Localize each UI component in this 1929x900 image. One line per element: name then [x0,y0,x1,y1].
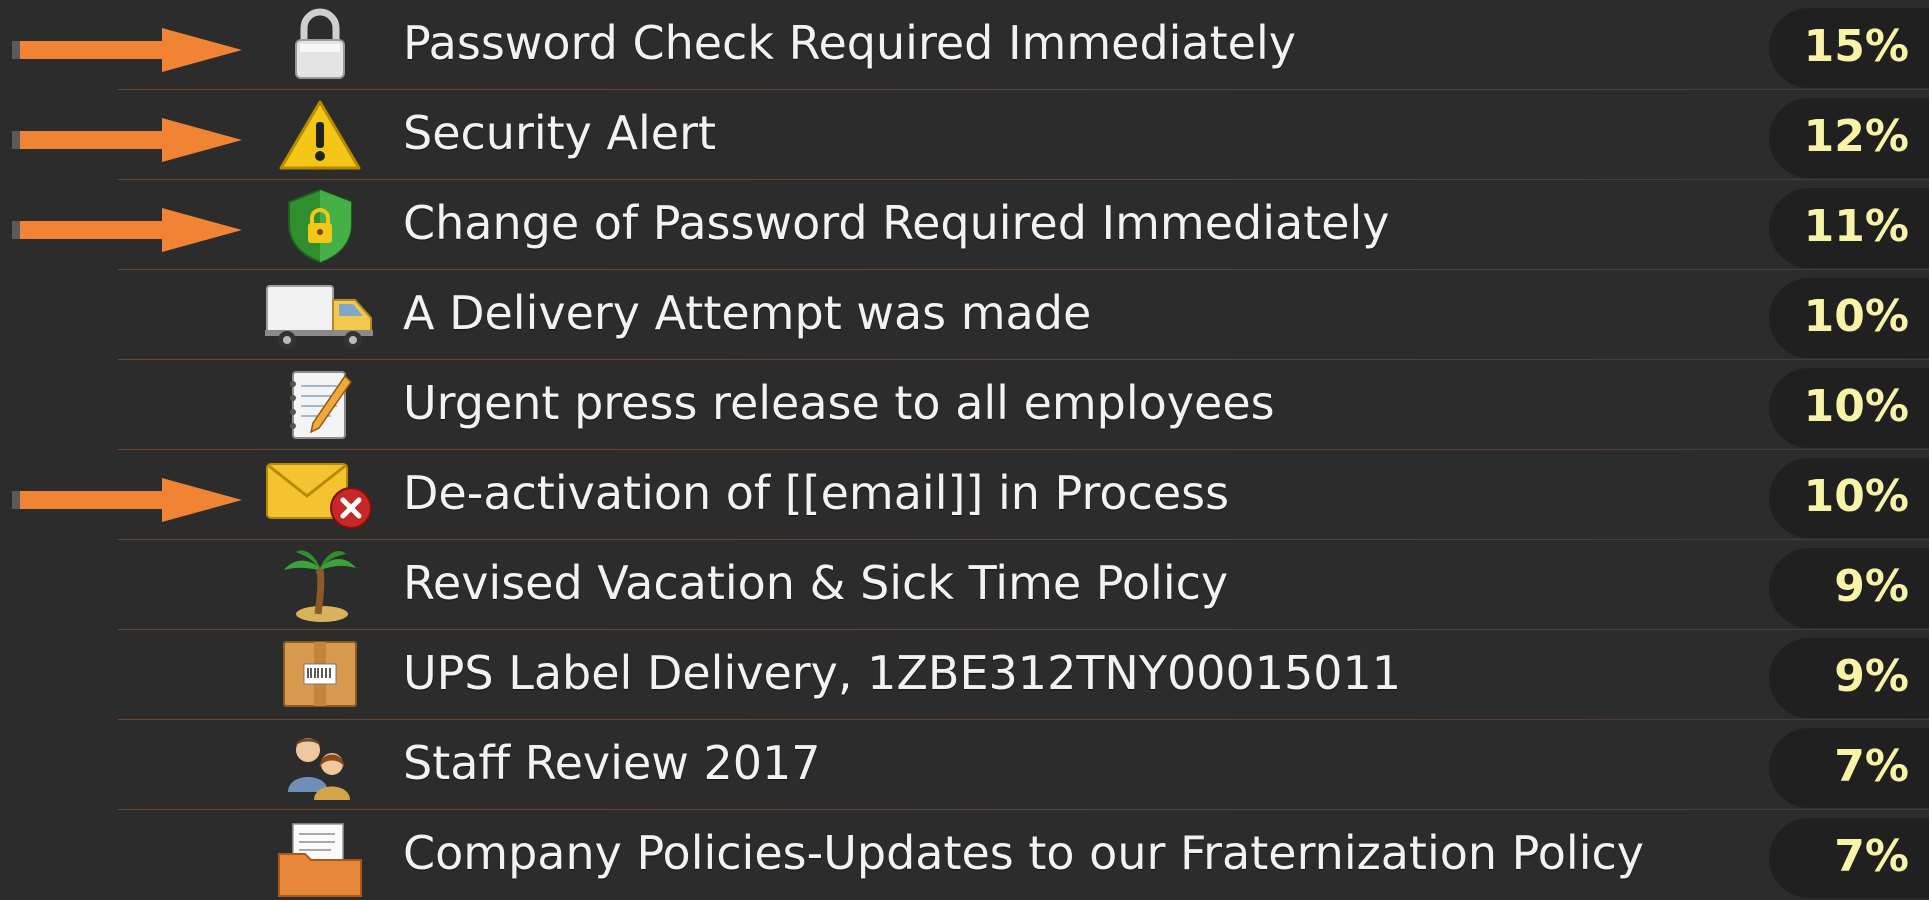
item-label: Password Check Required Immediately [403,16,1296,70]
item-label: Revised Vacation & Sick Time Policy [403,556,1229,610]
item-percent: 10% [1803,291,1909,342]
delivery-truck-icon [265,278,375,352]
list-item: Security Alert 12% [0,90,1929,180]
percent-badge: 9% [1769,548,1929,628]
percent-badge: 15% [1769,8,1929,88]
list-item: Staff Review 2017 7% [0,720,1929,810]
shield-lock-icon [265,188,375,264]
percent-badge: 7% [1769,818,1929,898]
item-label: De-activation of [[email]] in Process [403,466,1230,520]
item-label: Security Alert [403,106,717,160]
item-label: Urgent press release to all employees [403,376,1275,430]
palm-tree-icon [265,548,375,622]
list-item: Password Check Required Immediately 15% [0,0,1929,90]
folder-document-icon [265,818,375,897]
orange-arrow-icon [12,28,242,72]
percent-badge: 7% [1769,728,1929,808]
orange-arrow-icon [12,208,242,252]
package-box-icon [265,638,375,712]
percent-badge: 9% [1769,638,1929,718]
orange-arrow-icon [12,118,242,162]
padlock-icon [265,8,375,82]
item-percent: 7% [1834,831,1909,882]
item-label: Change of Password Required Immediately [403,196,1390,250]
percent-badge: 10% [1769,278,1929,358]
item-percent: 11% [1803,201,1909,252]
list-item: Revised Vacation & Sick Time Policy 9% [0,540,1929,630]
warning-icon [265,98,375,172]
percent-badge: 10% [1769,458,1929,538]
item-percent: 12% [1803,111,1909,162]
staff-users-icon [265,728,375,802]
item-percent: 10% [1803,381,1909,432]
list-item: Company Policies-Updates to our Fraterni… [0,810,1929,900]
notepad-pencil-icon [265,368,375,442]
orange-arrow-icon [12,478,242,522]
item-label: Staff Review 2017 [403,736,821,790]
percent-badge: 11% [1769,188,1929,268]
list-item: UPS Label Delivery, 1ZBE312TNY00015011 9… [0,630,1929,720]
item-percent: 7% [1834,741,1909,792]
list-item: Urgent press release to all employees 10… [0,360,1929,450]
percent-badge: 10% [1769,368,1929,448]
percent-badge: 12% [1769,98,1929,178]
item-percent: 10% [1803,471,1909,522]
item-percent: 15% [1803,21,1909,72]
list-item: A Delivery Attempt was made 10% [0,270,1929,360]
list-item: Change of Password Required Immediately … [0,180,1929,270]
item-percent: 9% [1834,561,1909,612]
phishing-subject-list: Password Check Required Immediately 15% … [0,0,1929,898]
item-label: A Delivery Attempt was made [403,286,1092,340]
item-label: UPS Label Delivery, 1ZBE312TNY00015011 [403,646,1402,700]
item-label: Company Policies-Updates to our Fraterni… [403,826,1644,880]
list-item: De-activation of [[email]] in Process 10… [0,450,1929,540]
item-percent: 9% [1834,651,1909,702]
envelope-error-icon [265,458,375,532]
